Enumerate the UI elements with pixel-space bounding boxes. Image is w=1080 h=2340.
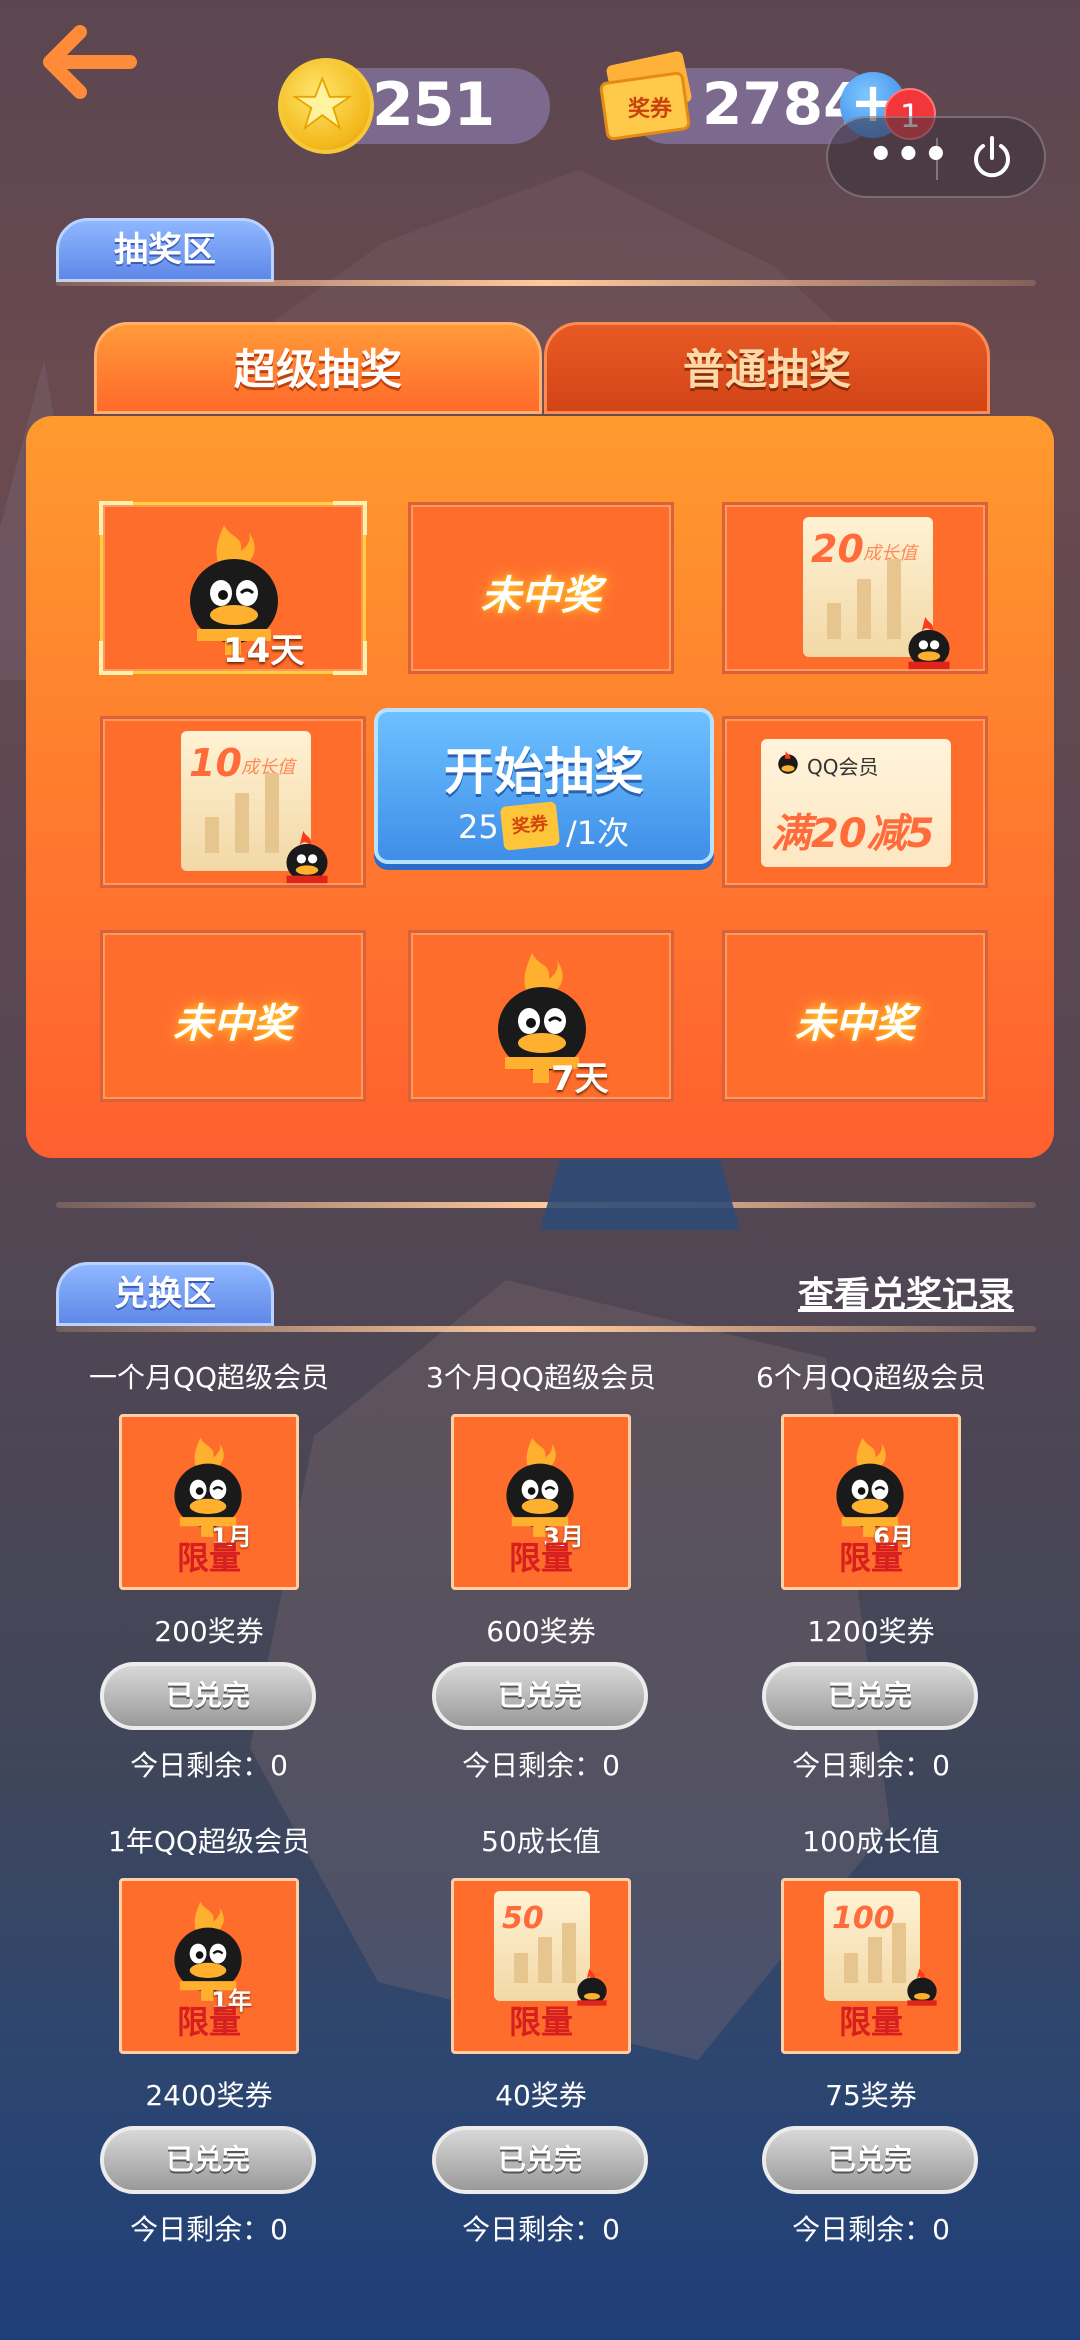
ticket-icon: 奖券	[499, 801, 561, 851]
exchange-item-card[interactable]: 1年 限量	[119, 1878, 299, 2054]
exchange-button[interactable]: 已兑完	[100, 2126, 316, 2194]
growth-bar	[827, 603, 841, 639]
panel-bottom-divider	[56, 1202, 1036, 1208]
prize-cell-no-win: 未中奖	[408, 502, 674, 674]
growth-bar	[514, 1953, 528, 1983]
back-arrow-icon[interactable]	[40, 22, 140, 102]
growth-value: 10	[189, 741, 242, 785]
selection-corner	[99, 501, 133, 535]
growth-bar	[265, 773, 279, 853]
limited-label: 限量	[838, 1539, 903, 1577]
no-win-label: 未中奖	[795, 1001, 915, 1047]
prize-cell-no-win: 未中奖	[100, 930, 366, 1102]
exchange-item-title: 50成长值	[481, 1825, 601, 1858]
exchange-button[interactable]: 已兑完	[432, 2126, 648, 2194]
exchange-item-remaining: 今日剩余：0	[792, 2213, 950, 2246]
ticket-icon: 奖券	[599, 51, 692, 141]
capsule-divider	[936, 138, 938, 180]
prize-cell-growth-20: 20 成长值	[722, 502, 988, 674]
exchange-item-card[interactable]: 6月 限量	[781, 1414, 961, 1590]
growth-bar	[887, 559, 901, 639]
coupon-brand: QQ会员	[807, 755, 879, 779]
growth-value: 50	[502, 1901, 544, 1936]
no-win-label: 未中奖	[173, 1001, 293, 1047]
selection-corner	[99, 641, 133, 675]
penguin-icon	[778, 751, 798, 774]
exchange-item-card[interactable]: 100 限量	[781, 1878, 961, 2054]
exchange-item-title: 6个月QQ超级会员	[756, 1361, 986, 1394]
exchange-item-price: 1200奖券	[807, 1615, 935, 1648]
exchange-item-remaining: 今日剩余：0	[462, 2213, 620, 2246]
start-lottery-button[interactable]: 开始抽奖 25 奖券 /1次	[374, 708, 714, 864]
growth-bar	[538, 1937, 552, 1983]
selection-corner	[333, 501, 367, 535]
exchange-item-price: 2400奖券	[145, 2079, 273, 2112]
exchange-item-remaining: 今日剩余：0	[792, 1749, 950, 1782]
coupon-offer: 满20减5	[771, 811, 935, 857]
podium-decoration	[540, 1160, 740, 1230]
view-exchange-record-link[interactable]: 查看兑奖记录	[798, 1266, 1014, 1318]
exchange-item-title: 3个月QQ超级会员	[426, 1361, 656, 1394]
exchange-button[interactable]: 已兑完	[100, 1662, 316, 1730]
coin-count: 251	[372, 70, 495, 140]
limited-label: 限量	[508, 1539, 573, 1577]
prize-cell-vip-14d: 14天	[99, 501, 367, 675]
exchange-item-remaining: 今日剩余：0	[130, 2213, 288, 2246]
exchange-item-price: 200奖券	[154, 1615, 264, 1648]
growth-bar	[844, 1953, 858, 1983]
exchange-item-price: 75奖券	[825, 2079, 917, 2112]
exchange-item-remaining: 今日剩余：0	[462, 1749, 620, 1782]
prize-cell-coupon: QQ会员 满20减5	[722, 716, 988, 888]
growth-bar	[205, 817, 219, 853]
prize-day-label: 14天	[223, 631, 305, 671]
lottery-section-title: 抽奖区	[56, 218, 274, 282]
exchange-item-title: 100成长值	[802, 1825, 940, 1858]
penguin-icon	[908, 616, 950, 670]
selection-corner	[333, 641, 367, 675]
prize-cell-vip-7d: 7天	[408, 930, 674, 1102]
prize-cell-growth-10: 10 成长值	[100, 716, 366, 888]
exchange-item-remaining: 今日剩余：0	[130, 1749, 288, 1782]
limited-label: 限量	[176, 2003, 241, 2041]
no-win-label: 未中奖	[481, 573, 601, 619]
coin-icon	[278, 58, 374, 154]
limited-label: 限量	[838, 2003, 903, 2041]
exchange-button[interactable]: 已兑完	[762, 1662, 978, 1730]
exchange-item-title: 一个月QQ超级会员	[88, 1361, 330, 1394]
exchange-section-divider	[56, 1326, 1036, 1332]
growth-bar	[857, 579, 871, 639]
limited-label: 限量	[508, 2003, 573, 2041]
exchange-button[interactable]: 已兑完	[432, 1662, 648, 1730]
penguin-icon	[286, 830, 328, 884]
ticket-icon-label: 奖券	[628, 96, 673, 122]
lottery-section-divider	[56, 280, 1036, 286]
growth-value: 100	[832, 1901, 895, 1936]
exchange-item-card[interactable]: 3月 限量	[451, 1414, 631, 1590]
exchange-item-price: 600奖券	[486, 1615, 596, 1648]
exchange-item-card[interactable]: 1月 限量	[119, 1414, 299, 1590]
exchange-item-price: 40奖券	[495, 2079, 587, 2112]
coupon-card: QQ会员 满20减5	[761, 739, 951, 867]
start-lottery-label: 开始抽奖	[444, 743, 644, 801]
growth-value: 20	[811, 527, 864, 571]
exchange-button[interactable]: 已兑完	[762, 2126, 978, 2194]
exchange-section-title: 兑换区	[56, 1262, 274, 1326]
exchange-item-title: 1年QQ超级会员	[108, 1825, 310, 1858]
growth-bar	[868, 1937, 882, 1983]
tab-normal-lottery[interactable]: 普通抽奖	[544, 322, 990, 414]
tab-super-lottery[interactable]: 超级抽奖	[94, 322, 542, 414]
growth-bar	[235, 793, 249, 853]
prize-day-label: 7天	[551, 1059, 609, 1099]
prize-cell-no-win: 未中奖	[722, 930, 988, 1102]
start-lottery-cost: 25	[458, 808, 499, 846]
more-dots-icon[interactable]: •••	[868, 132, 951, 178]
power-icon[interactable]	[968, 134, 1016, 182]
start-lottery-per: /1次	[566, 814, 630, 852]
exchange-item-card[interactable]: 50 限量	[451, 1878, 631, 2054]
miniapp-capsule: •••	[826, 116, 1046, 198]
limited-label: 限量	[176, 1539, 241, 1577]
